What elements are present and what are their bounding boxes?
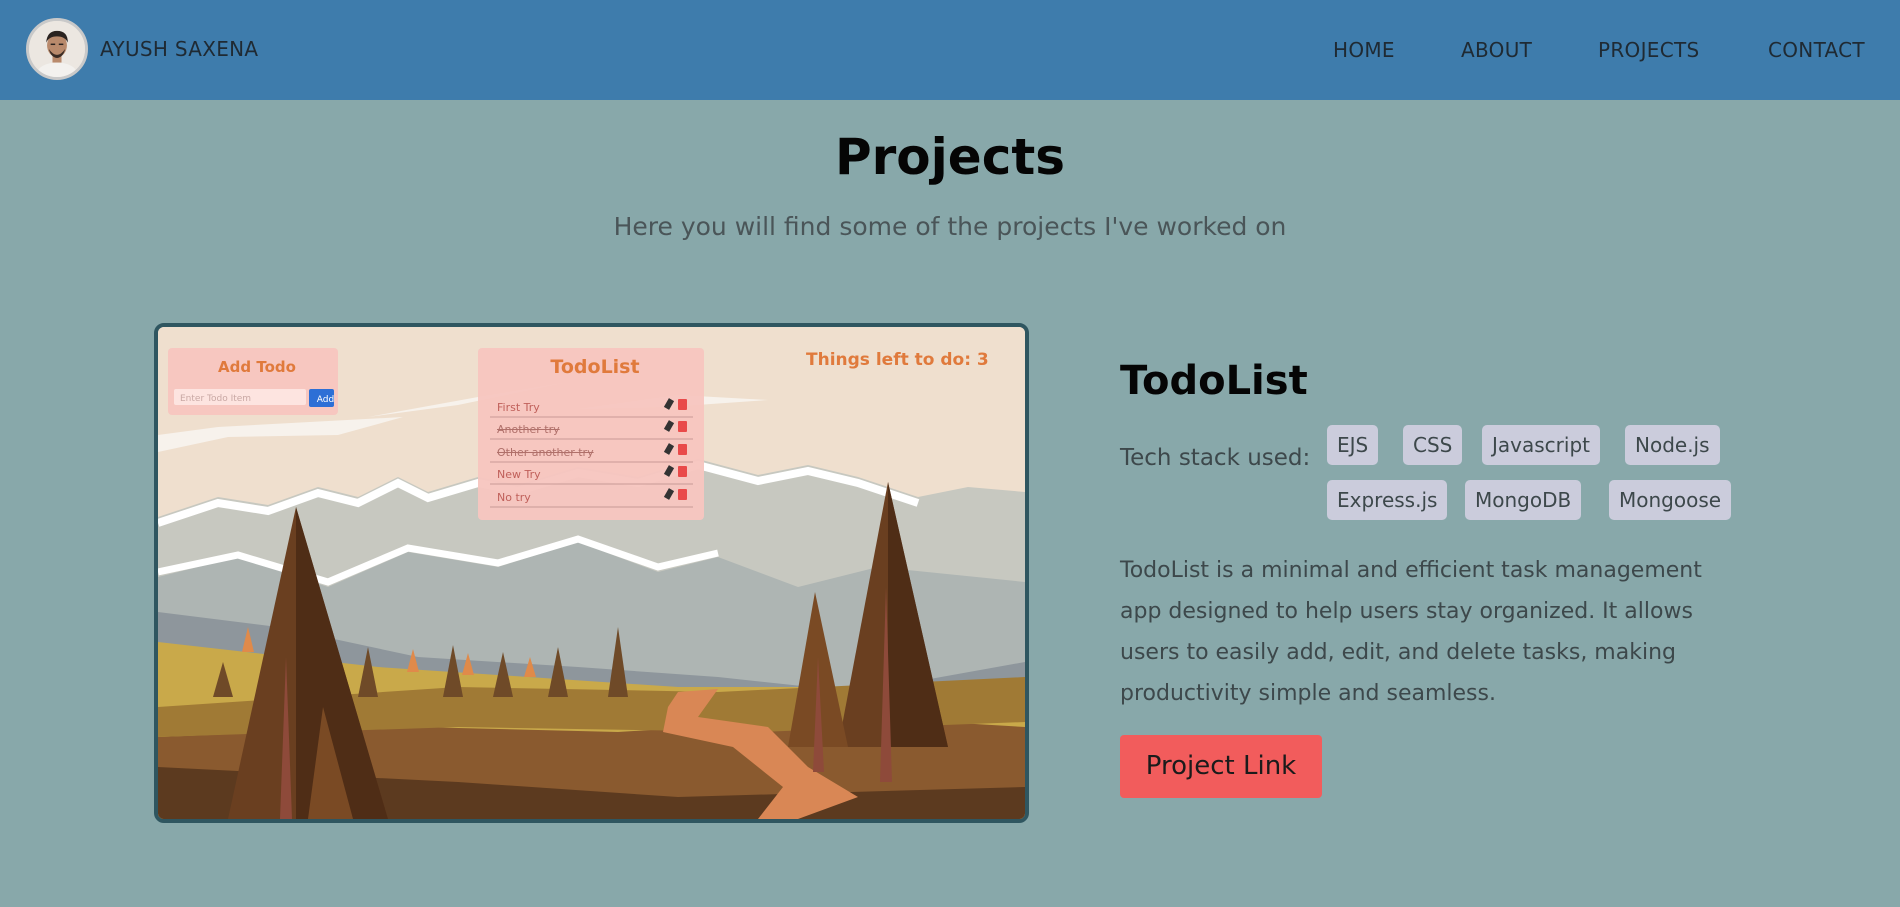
todo-counter: Things left to do: 3 [806,350,989,370]
nav-home[interactable]: HOME [1333,38,1395,62]
tech-tag-mongoose: Mongoose [1609,480,1732,520]
tech-tag-ejs: EJS [1327,425,1379,465]
page-title: Projects [834,128,1065,186]
todo-input-placeholder: Enter Todo Item [180,394,252,404]
project-link-button[interactable]: Project Link [1120,735,1322,798]
tech-tag-css: CSS [1403,425,1463,465]
project-screenshot: Add Todo Enter Todo Item Add TodoList Th… [154,323,1029,823]
tech-tag-expressjs: Express.js [1327,480,1448,520]
navbar: AYUSH SAXENA HOME ABOUT PROJECTS CONTACT [0,0,1900,100]
tech-tag-mongodb: MongoDB [1465,480,1582,520]
project-description: TodoList is a minimal and efficient task… [1120,558,1702,706]
todo-item: Another try [497,423,560,436]
todo-app-overlay [168,348,704,520]
tech-tag-javascript: Javascript [1482,425,1600,465]
avatar [26,18,88,80]
todo-list-heading: TodoList [550,356,640,378]
project-title: TodoList [1120,358,1308,404]
brand-name: AYUSH SAXENA [100,37,259,61]
todo-add-heading: Add Todo [218,358,296,376]
todo-item: First Try [497,401,540,414]
tech-tag-nodejs: Node.js [1625,425,1720,465]
brand[interactable]: AYUSH SAXENA [26,18,258,80]
page-subtitle: Here you will find some of the projects … [613,212,1287,241]
nav-about[interactable]: ABOUT [1461,38,1532,62]
todo-add-button: Add [316,395,335,405]
todo-item: Other another try [497,446,594,459]
tech-stack-label: Tech stack used: [1120,445,1311,471]
todo-item: No try [497,491,531,504]
nav-projects[interactable]: PROJECTS [1598,38,1700,62]
todo-item: New Try [497,468,541,481]
nav-contact[interactable]: CONTACT [1768,38,1865,62]
